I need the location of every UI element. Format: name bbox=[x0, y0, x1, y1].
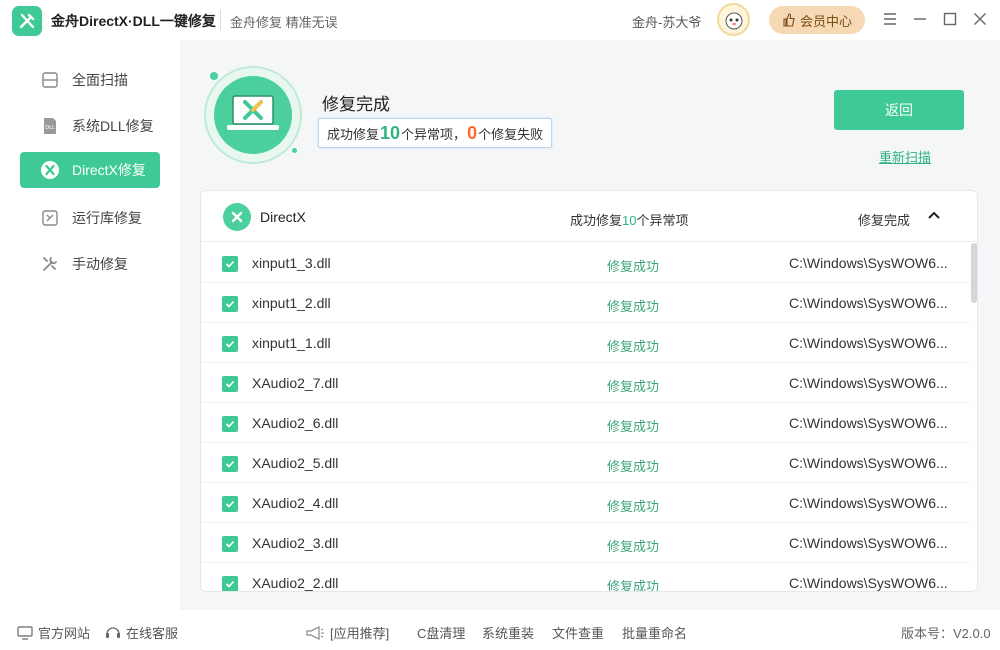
directx-icon bbox=[40, 160, 60, 180]
runtime-icon bbox=[40, 208, 60, 228]
sidebar-item-directx-repair[interactable]: DirectX修复 bbox=[20, 152, 160, 188]
vip-label: 会员中心 bbox=[799, 13, 852, 29]
checkbox-checked[interactable] bbox=[222, 376, 238, 392]
website-link[interactable]: 官方网站 bbox=[17, 623, 90, 642]
table-row[interactable]: XAudio2_4.dll 修复成功 C:\Windows\SysWOW6... bbox=[201, 483, 971, 523]
footer-link-rename[interactable]: 批量重命名 bbox=[622, 623, 687, 642]
scan-icon bbox=[40, 70, 60, 90]
minimize-icon[interactable] bbox=[911, 10, 929, 28]
version-label: 版本号：V2.0.0 bbox=[901, 626, 991, 641]
footer-link-dedupe[interactable]: 文件查重 bbox=[552, 623, 604, 642]
panel-stat: 成功修复10个异常项 bbox=[570, 213, 689, 228]
monitor-icon bbox=[17, 625, 33, 640]
megaphone-icon bbox=[306, 625, 324, 640]
maximize-icon[interactable] bbox=[941, 10, 959, 28]
title-bar: 金舟DirectX·DLL一键修复 金舟修复 精准无误 金舟-苏大爷 会员中心 bbox=[0, 0, 1000, 40]
success-count: 10 bbox=[380, 122, 401, 143]
repair-complete-title: 修复完成 bbox=[322, 95, 390, 114]
menu-icon[interactable] bbox=[881, 10, 899, 28]
avatar[interactable] bbox=[717, 3, 750, 36]
table-row[interactable]: XAudio2_6.dll 修复成功 C:\Windows\SysWOW6... bbox=[201, 403, 971, 443]
sidebar: 全面扫描 DLL 系统DLL修复 DirectX修复 运行库修复 手动修复 bbox=[0, 40, 180, 610]
scrollbar[interactable] bbox=[971, 243, 977, 303]
panel-state: 修复完成 bbox=[858, 213, 911, 228]
table-row[interactable]: XAudio2_2.dll 修复成功 C:\Windows\SysWOW6... bbox=[201, 563, 971, 591]
laptop-directx-icon bbox=[227, 95, 279, 130]
main-content: 修复完成 成功修复 10 个异常项， 0 个修复失败 返回 重新扫描 Direc… bbox=[180, 40, 1000, 610]
recommend-link[interactable]: [应用推荐] bbox=[305, 623, 389, 642]
sidebar-item-label: 运行库修复 bbox=[72, 210, 142, 226]
sidebar-item-full-scan[interactable]: 全面扫描 bbox=[20, 62, 160, 98]
sidebar-item-dll-repair[interactable]: DLL 系统DLL修复 bbox=[20, 108, 160, 144]
svg-text:DLL: DLL bbox=[45, 125, 55, 131]
sidebar-item-label: 系统DLL修复 bbox=[72, 118, 154, 134]
table-row[interactable]: XAudio2_7.dll 修复成功 C:\Windows\SysWOW6... bbox=[201, 363, 971, 403]
wrench-icon bbox=[40, 254, 60, 274]
sidebar-item-manual-repair[interactable]: 手动修复 bbox=[20, 246, 160, 282]
app-logo bbox=[12, 6, 42, 36]
dll-icon: DLL bbox=[40, 116, 60, 136]
fail-count: 0 bbox=[467, 122, 478, 143]
support-link[interactable]: 在线客服 bbox=[105, 623, 178, 642]
checkbox-checked[interactable] bbox=[222, 256, 238, 272]
table-row[interactable]: xinput1_1.dll 修复成功 C:\Windows\SysWOW6... bbox=[201, 323, 971, 363]
panel-header[interactable]: DirectX 成功修复10个异常项 修复完成 bbox=[201, 191, 977, 242]
footer-link-disk-clean[interactable]: C盘清理 bbox=[417, 623, 465, 642]
back-button[interactable]: 返回 bbox=[834, 90, 964, 130]
directx-icon bbox=[223, 203, 251, 231]
checkbox-checked[interactable] bbox=[222, 416, 238, 432]
result-panel: DirectX 成功修复10个异常项 修复完成 xinput1_3.dll 修复… bbox=[200, 190, 978, 592]
repair-summary: 成功修复 10 个异常项， 0 个修复失败 bbox=[318, 118, 553, 148]
user-name[interactable]: 金舟-苏大爷 bbox=[632, 12, 701, 31]
headset-icon bbox=[106, 627, 120, 638]
checkbox-checked[interactable] bbox=[222, 496, 238, 512]
sidebar-item-label: DirectX修复 bbox=[72, 162, 146, 178]
table-row[interactable]: xinput1_3.dll 修复成功 C:\Windows\SysWOW6... bbox=[201, 243, 971, 283]
app-slogan: 金舟修复 精准无误 bbox=[230, 15, 338, 30]
app-title: 金舟DirectX·DLL一键修复 bbox=[51, 13, 216, 29]
footer-link-reinstall[interactable]: 系统重装 bbox=[482, 623, 534, 642]
checkbox-checked[interactable] bbox=[222, 336, 238, 352]
checkbox-checked[interactable] bbox=[222, 536, 238, 552]
sidebar-item-label: 全面扫描 bbox=[72, 72, 128, 88]
status-illustration bbox=[204, 66, 302, 164]
decor-dot bbox=[210, 72, 218, 80]
checkbox-checked[interactable] bbox=[222, 296, 238, 312]
decor-dot bbox=[292, 148, 297, 153]
vip-center-button[interactable]: 会员中心 bbox=[769, 6, 865, 34]
file-list: xinput1_3.dll 修复成功 C:\Windows\SysWOW6...… bbox=[201, 243, 971, 591]
sidebar-item-label: 手动修复 bbox=[72, 256, 128, 272]
table-row[interactable]: XAudio2_5.dll 修复成功 C:\Windows\SysWOW6... bbox=[201, 443, 971, 483]
table-row[interactable]: XAudio2_3.dll 修复成功 C:\Windows\SysWOW6... bbox=[201, 523, 971, 563]
sidebar-item-runtime-repair[interactable]: 运行库修复 bbox=[20, 200, 160, 236]
table-row[interactable]: xinput1_2.dll 修复成功 C:\Windows\SysWOW6... bbox=[201, 283, 971, 323]
thumbs-up-icon bbox=[783, 13, 795, 27]
chevron-up-icon[interactable] bbox=[927, 208, 941, 227]
checkbox-checked[interactable] bbox=[222, 456, 238, 472]
title-divider bbox=[220, 10, 221, 30]
panel-title: DirectX bbox=[260, 209, 306, 225]
close-icon[interactable] bbox=[971, 10, 989, 28]
rescan-link[interactable]: 重新扫描 bbox=[879, 147, 931, 166]
footer: 官方网站 在线客服 [应用推荐] C盘清理 系统重装 文件查重 批量重命名 版本… bbox=[0, 610, 1000, 650]
checkbox-checked[interactable] bbox=[222, 576, 238, 591]
